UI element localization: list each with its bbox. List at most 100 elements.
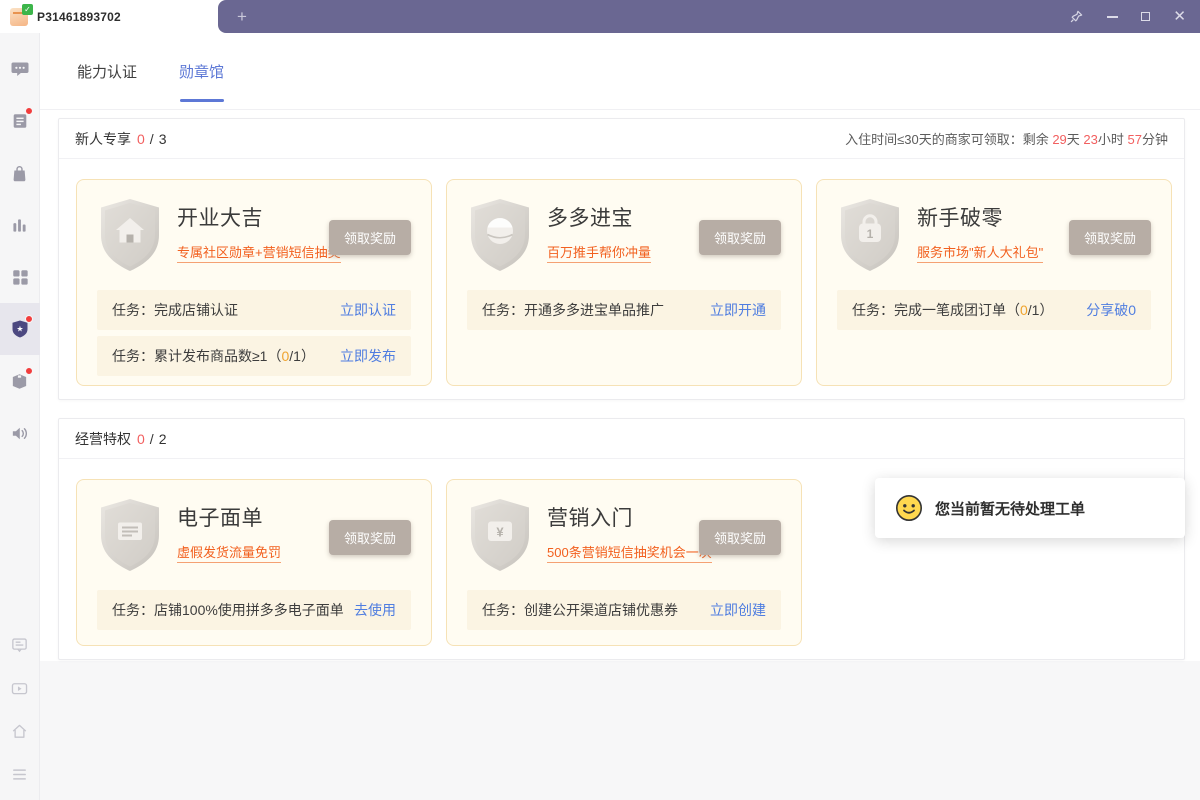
section-newcomer-exclusive: 新人专享 0 / 3 入住时间≤30天的商家可领取：剩余 29天 23小时 57… (58, 118, 1185, 400)
progress-total: 2 (158, 430, 167, 447)
no-tickets-tooltip: 您当前暂无待处理工单 (875, 478, 1185, 538)
card-subtitle-link[interactable]: 专属社区勋章+营销短信抽奖 (177, 242, 341, 263)
countdown-prefix: 入住时间≤30天的商家可领取：剩余 (845, 132, 1053, 147)
task-row: 任务：店铺100%使用拼多多电子面单 去使用 (97, 590, 411, 630)
task-action-link[interactable]: 去使用 (354, 600, 396, 620)
main-content: 能力认证 勋章馆 新人专享 0 / 3 入住时间≤30天的商家可领取：剩余 29… (40, 33, 1200, 800)
shield-coupon-icon: ¥ (467, 497, 533, 578)
claim-reward-button[interactable]: 领取奖励 (328, 220, 411, 255)
window-controls: ✕ (1069, 0, 1186, 33)
task-row: 任务：累计发布商品数≥1（0/1） 立即发布 (97, 336, 411, 376)
video-icon[interactable] (0, 667, 40, 710)
svg-text:¥: ¥ (496, 525, 504, 540)
task-action-link[interactable]: 立即认证 (340, 300, 396, 320)
task-row: 任务：完成一笔成团订单（0/1） 分享破0 (837, 290, 1151, 330)
shield-receipt-icon (97, 497, 163, 578)
notification-badge (24, 315, 33, 323)
section-title: 新人专享 (75, 130, 131, 147)
card-subtitle-link[interactable]: 500条营销短信抽奖机会一次 (547, 542, 712, 563)
section-title: 经营特权 (75, 430, 131, 447)
progress-separator: / (149, 430, 154, 447)
close-icon[interactable]: ✕ (1173, 9, 1186, 24)
progress-current: 0 (137, 130, 145, 147)
section-progress: 新人专享 0 / 3 (75, 129, 166, 149)
task-row: 任务：完成店铺认证 立即认证 (97, 290, 411, 330)
pin-icon[interactable] (1069, 9, 1084, 24)
card-subtitle-link[interactable]: 服务市场"新人大礼包" (917, 242, 1044, 263)
shield-ball-icon (467, 197, 533, 278)
shopping-bag-icon[interactable] (0, 147, 40, 199)
section-header: 经营特权 0 / 2 (59, 419, 1184, 459)
speaker-icon[interactable] (0, 407, 40, 459)
card-title: 电子面单 (177, 507, 263, 530)
progress-current: 0 (137, 430, 145, 447)
package-icon[interactable] (0, 355, 40, 407)
task-action-link[interactable]: 立即开通 (710, 300, 766, 320)
task-list: 任务：完成店铺认证 立即认证 任务：累计发布商品数≥1（0/1） 立即发布 (97, 290, 411, 376)
countdown-hours-unit: 小时 (1097, 132, 1128, 147)
card-title: 新手破零 (917, 207, 1003, 230)
sidebar-bottom-group (0, 624, 40, 800)
badge-card-first-order: 1 新手破零 服务市场"新人大礼包" 领取奖励 任务：完成一笔成团订单（0/1）… (816, 179, 1172, 386)
task-row: 任务：创建公开渠道店铺优惠券 立即创建 (467, 590, 781, 630)
app-icon (10, 3, 33, 26)
minimize-icon[interactable] (1107, 15, 1119, 18)
titlebar-strip: + ✕ (218, 0, 1200, 33)
task-text: 任务：创建公开渠道店铺优惠券 (482, 602, 678, 618)
claim-reward-button[interactable]: 领取奖励 (698, 220, 781, 255)
shield-star-icon[interactable]: ★ (0, 303, 40, 355)
smiley-icon (896, 495, 922, 521)
task-list: 任务：创建公开渠道店铺优惠券 立即创建 (467, 590, 781, 630)
section-business-privileges: 经营特权 0 / 2 电子面单 虚假发货流量免罚 领取奖励 任务：店铺100%使… (58, 418, 1185, 660)
tab-title: P31461893702 (37, 9, 121, 24)
menu-icon[interactable] (0, 753, 40, 796)
content-header: 能力认证 勋章馆 (40, 33, 1200, 110)
countdown-days-unit: 天 (1066, 132, 1084, 147)
document-icon[interactable] (0, 95, 40, 147)
notification-badge (24, 367, 33, 375)
progress-separator: / (149, 130, 154, 147)
shield-house-icon (97, 197, 163, 278)
claim-reward-button[interactable]: 领取奖励 (698, 520, 781, 555)
task-action-link[interactable]: 分享破0 (1086, 300, 1136, 320)
task-list: 任务：完成一笔成团订单（0/1） 分享破0 (837, 290, 1151, 330)
badge-card-grand-opening: 开业大吉 专属社区勋章+营销短信抽奖 领取奖励 任务：完成店铺认证 立即认证 任… (76, 179, 432, 386)
svg-text:★: ★ (16, 325, 23, 334)
task-action-link[interactable]: 立即发布 (340, 346, 396, 366)
task-list: 任务：店铺100%使用拼多多电子面单 去使用 (97, 590, 411, 630)
chat-icon[interactable] (0, 43, 40, 95)
task-action-link[interactable]: 立即创建 (710, 600, 766, 620)
notification-badge (24, 107, 33, 115)
window-tab[interactable]: P31461893702 (0, 0, 218, 33)
task-row: 任务：开通多多进宝单品推广 立即开通 (467, 290, 781, 330)
badge-card-duoduo-jinbao: 多多进宝 百万推手帮你冲量 领取奖励 任务：开通多多进宝单品推广 立即开通 (446, 179, 802, 386)
card-title: 开业大吉 (177, 207, 263, 230)
home-icon[interactable] (0, 710, 40, 753)
claim-reward-button[interactable]: 领取奖励 (1068, 220, 1151, 255)
countdown-hours: 23 (1083, 132, 1098, 147)
tab-bar: 能力认证 勋章馆 (40, 33, 1200, 109)
task-text: 任务：开通多多进宝单品推广 (482, 302, 664, 318)
card-title: 营销入门 (547, 507, 633, 530)
page-background (40, 661, 1200, 800)
badge-card-e-waybill: 电子面单 虚假发货流量免罚 领取奖励 任务：店铺100%使用拼多多电子面单 去使… (76, 479, 432, 646)
task-text: 任务：累计发布商品数≥1（0/1） (112, 348, 315, 364)
task-text: 任务：完成店铺认证 (112, 302, 238, 318)
left-sidebar: ★ (0, 33, 40, 800)
card-subtitle-link[interactable]: 百万推手帮你冲量 (547, 242, 652, 263)
task-list: 任务：开通多多进宝单品推广 立即开通 (467, 290, 781, 330)
maximize-icon[interactable] (1141, 12, 1151, 21)
billboard-icon[interactable] (0, 624, 40, 667)
countdown-minutes-unit: 分钟 (1141, 132, 1168, 147)
tab-capability-certification[interactable]: 能力认证 (77, 33, 137, 109)
svg-text:1: 1 (867, 227, 874, 241)
grid-icon[interactable] (0, 251, 40, 303)
tab-medal-gallery[interactable]: 勋章馆 (179, 33, 224, 109)
countdown-minutes: 57 (1127, 132, 1142, 147)
task-text: 任务：店铺100%使用拼多多电子面单 (112, 602, 344, 618)
bar-chart-icon[interactable] (0, 199, 40, 251)
section-progress: 经营特权 0 / 2 (75, 429, 166, 449)
card-subtitle-link[interactable]: 虚假发货流量免罚 (177, 542, 282, 563)
new-tab-button[interactable]: + (237, 8, 247, 25)
claim-reward-button[interactable]: 领取奖励 (328, 520, 411, 555)
